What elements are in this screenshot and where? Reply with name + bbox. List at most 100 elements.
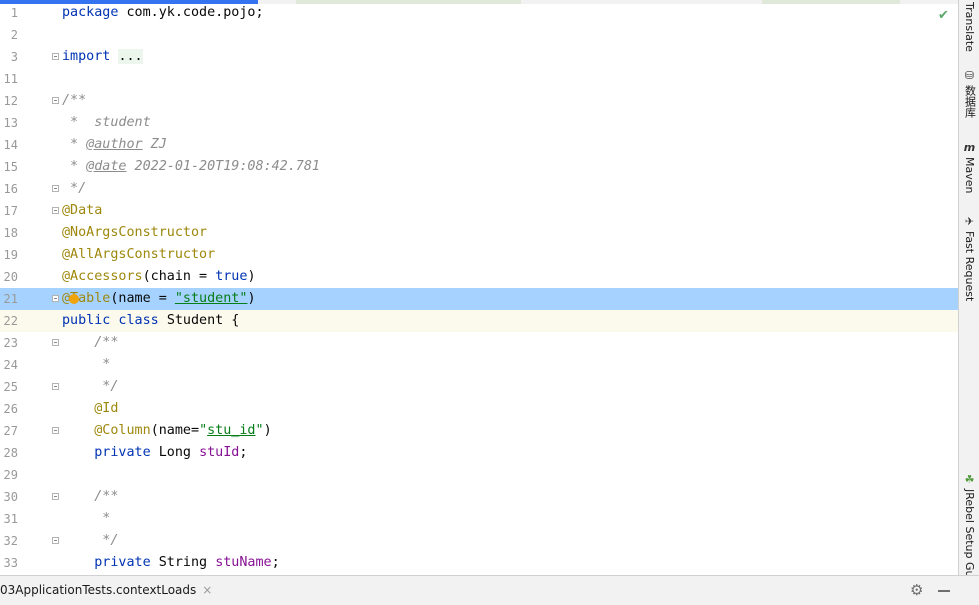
code-line[interactable]: 2 — [0, 24, 958, 46]
code-token: /** — [62, 489, 119, 504]
code-editor[interactable]: 1 package com.yk.code.pojo; 2 3 import ... 11… — [0, 4, 958, 575]
line-number: 24 — [3, 358, 18, 372]
code-token: * — [62, 511, 111, 526]
code-token: * — [62, 357, 111, 372]
code-line[interactable]: 30 /** — [0, 486, 958, 508]
code-text: public class Student { — [62, 310, 239, 332]
code-line[interactable]: 22 public class Student { — [0, 310, 958, 332]
line-number: 2 — [10, 28, 18, 42]
close-icon[interactable]: × — [202, 583, 212, 597]
fold-marker-icon[interactable] — [52, 427, 59, 434]
code-text: private Long stuId; — [62, 442, 247, 464]
code-line[interactable]: 24 * — [0, 354, 958, 376]
tool-tab-maven[interactable]: m Maven — [959, 142, 979, 194]
jrebel-icon: ☘ — [964, 473, 975, 486]
gear-icon[interactable]: ⚙ — [910, 581, 923, 599]
code-text: @AllArgsConstructor — [62, 244, 215, 266]
code-line[interactable]: 28 private Long stuId; — [0, 442, 958, 464]
code-line[interactable]: 3 import ... — [0, 46, 958, 68]
code-token: "student" — [174, 291, 248, 306]
fold-marker-icon[interactable] — [52, 97, 59, 104]
code-token: com.yk.code.pojo; — [126, 5, 264, 20]
run-tab-label: 03ApplicationTests.contextLoads — [0, 583, 197, 597]
code-line[interactable]: 20 @Accessors(chain = true) — [0, 266, 958, 288]
code-line[interactable]: 14 * @author ZJ — [0, 134, 958, 156]
code-text: import ... — [62, 46, 143, 68]
line-number: 25 — [3, 380, 18, 394]
fold-marker-icon[interactable] — [52, 339, 59, 346]
code-line[interactable]: 16 */ — [0, 178, 958, 200]
code-line[interactable]: 12 /** — [0, 90, 958, 112]
code-text: */ — [62, 530, 118, 552]
fold-marker-icon[interactable] — [52, 207, 59, 214]
line-number: 20 — [3, 270, 18, 284]
code-line[interactable]: 33 private String stuName; — [0, 552, 958, 574]
code-line[interactable]: 31 * — [0, 508, 958, 530]
line-number: 11 — [3, 72, 18, 86]
code-line[interactable]: 23 /** — [0, 332, 958, 354]
fold-marker-icon[interactable] — [52, 185, 59, 192]
code-token: true — [215, 269, 248, 284]
line-number: 12 — [3, 94, 18, 108]
code-line[interactable]: 18 @NoArgsConstructor — [0, 222, 958, 244]
code-line[interactable]: 29 — [0, 464, 958, 486]
code-token: (chain = — [142, 269, 216, 284]
code-line[interactable]: 19 @AllArgsConstructor — [0, 244, 958, 266]
code-token: @AllArgsConstructor — [62, 247, 216, 262]
code-token: @date — [86, 159, 127, 174]
code-token: @author — [86, 137, 143, 152]
code-line[interactable]: 11 — [0, 68, 958, 90]
database-icon: ⛁ — [964, 69, 975, 82]
minimize-icon[interactable] — [938, 590, 950, 592]
code-text: * @date 2022-01-20T19:08:42.781 — [62, 156, 320, 178]
code-token: stuName — [215, 555, 272, 570]
code-text: @Accessors(chain = true) — [62, 266, 256, 288]
line-number: 14 — [3, 138, 18, 152]
line-number: 21 — [3, 292, 18, 306]
run-tab[interactable]: 03ApplicationTests.contextLoads × — [0, 576, 212, 605]
code-token: @Column — [94, 423, 151, 438]
code-text: package com.yk.code.pojo; — [62, 4, 264, 24]
rocket-icon: ✈ — [964, 215, 975, 228]
code-line[interactable]: 17 @Data — [0, 200, 958, 222]
editor-scrollbar[interactable] — [949, 8, 958, 575]
tool-tab-fast-request[interactable]: ✈ Fast Request — [959, 215, 979, 302]
code-token: stu_id — [207, 423, 256, 438]
intention-bulb-icon[interactable] — [69, 294, 79, 304]
code-line[interactable]: 25 */ — [0, 376, 958, 398]
code-token: */ — [62, 379, 119, 394]
line-number: 32 — [3, 534, 18, 548]
code-line[interactable]: 26 @Id — [0, 398, 958, 420]
code-text: @Column(name="stu_id") — [62, 420, 272, 442]
code-line[interactable]: 21 @Table(name = "student") — [0, 288, 958, 310]
code-line[interactable]: 32 */ — [0, 530, 958, 552]
code-token: ZJ — [142, 137, 167, 152]
code-line[interactable]: 1 package com.yk.code.pojo; — [0, 4, 958, 24]
fold-marker-icon[interactable] — [52, 537, 59, 544]
code-token: ) — [263, 423, 272, 438]
code-token: */ — [62, 181, 87, 196]
code-text: @NoArgsConstructor — [62, 222, 207, 244]
line-number: 31 — [3, 512, 18, 526]
inspection-ok-icon[interactable]: ✔ — [938, 9, 951, 22]
fold-marker-icon[interactable] — [52, 383, 59, 390]
line-number: 26 — [3, 402, 18, 416]
fold-marker-icon[interactable] — [52, 493, 59, 500]
code-token: @NoArgsConstructor — [62, 225, 208, 240]
code-token: " — [199, 423, 208, 438]
tool-tab-database[interactable]: ⛁ 数据库 — [959, 69, 979, 119]
code-line[interactable]: 13 * student — [0, 112, 958, 134]
tool-tab-translate[interactable]: Translate — [959, 2, 979, 52]
code-text: * — [62, 354, 110, 376]
code-token: Student { — [166, 313, 240, 328]
code-token: String — [158, 555, 216, 570]
line-number: 19 — [3, 248, 18, 262]
fold-marker-icon[interactable] — [52, 295, 59, 302]
code-line[interactable]: 15 * @date 2022-01-20T19:08:42.781 — [0, 156, 958, 178]
line-number: 16 — [3, 182, 18, 196]
fold-marker-icon[interactable] — [52, 53, 59, 60]
code-text: /** — [62, 486, 118, 508]
code-token: * student — [62, 115, 151, 130]
code-line[interactable]: 27 @Column(name="stu_id") — [0, 420, 958, 442]
